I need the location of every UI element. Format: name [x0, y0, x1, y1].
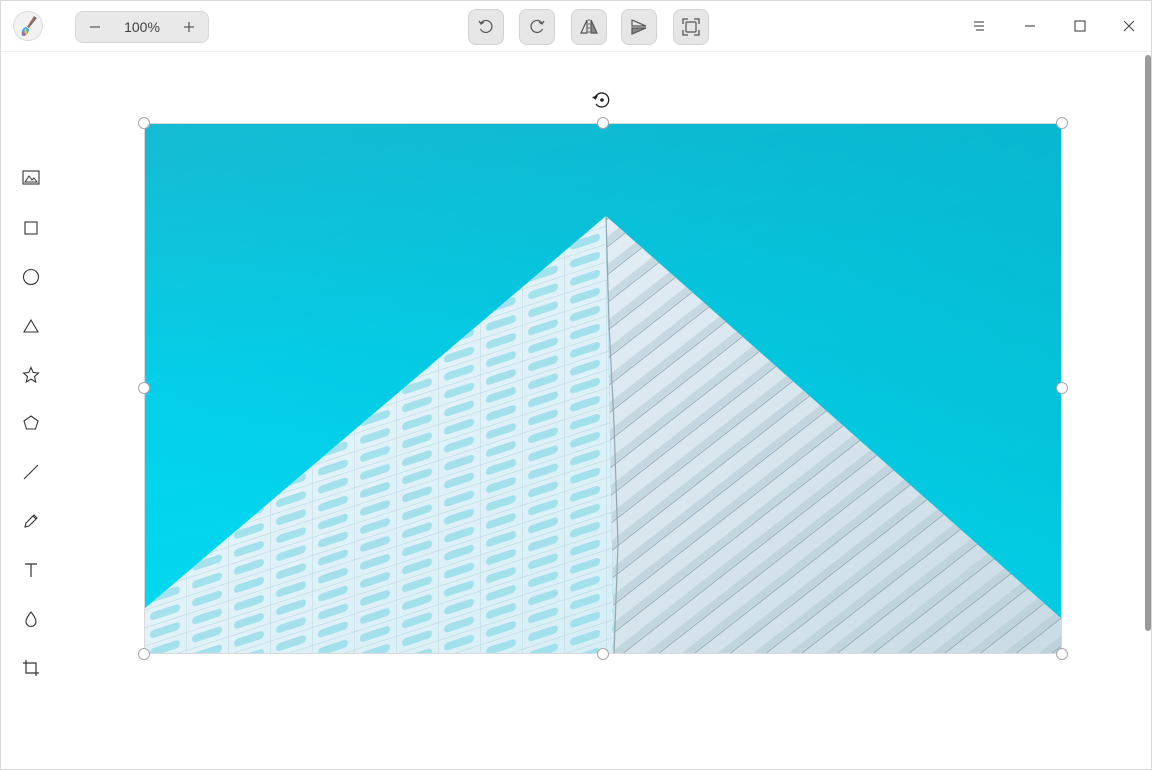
close-button[interactable]	[1116, 13, 1142, 39]
maximize-button[interactable]	[1067, 13, 1093, 39]
resize-handle-left[interactable]	[138, 382, 150, 394]
zoom-control: 100%	[75, 11, 209, 43]
menu-button[interactable]	[966, 13, 992, 39]
image-tool[interactable]	[17, 164, 45, 192]
crop-icon	[23, 660, 39, 676]
minimize-button[interactable]	[1017, 13, 1043, 39]
resize-handle-top-right[interactable]	[1056, 117, 1068, 129]
star-icon	[22, 366, 40, 384]
triangle-tool[interactable]	[17, 312, 45, 340]
minimize-icon	[1025, 25, 1035, 27]
menu-icon	[974, 21, 984, 31]
zoom-value: 100%	[124, 19, 160, 35]
resize-handle-top-left[interactable]	[138, 117, 150, 129]
ellipse-tool[interactable]	[17, 263, 45, 291]
paintbrush-icon	[13, 11, 43, 41]
flip-horizontal-button[interactable]	[571, 9, 607, 45]
app-window: 100%	[0, 0, 1152, 770]
polygon-icon	[23, 415, 39, 430]
crop-tool[interactable]	[17, 654, 45, 682]
canvas-image[interactable]	[144, 124, 1062, 654]
resize-handle-bottom[interactable]	[597, 648, 609, 660]
fit-window-icon	[682, 18, 700, 36]
flip-horizontal-icon	[580, 19, 598, 35]
text-icon	[25, 563, 37, 577]
flip-vertical-button[interactable]	[621, 9, 657, 45]
rotate-right-button[interactable]	[519, 9, 555, 45]
flip-vertical-icon	[631, 19, 647, 35]
vertical-scrollbar[interactable]	[1145, 55, 1151, 631]
fit-window-button[interactable]	[673, 9, 709, 45]
rectangle-tool[interactable]	[17, 214, 45, 242]
plus-icon	[184, 22, 194, 32]
zoom-in-button[interactable]	[170, 12, 208, 42]
triangle-icon	[23, 318, 39, 333]
rotate-handle-icon	[592, 92, 610, 108]
blur-icon	[25, 611, 37, 627]
rotate-left-button[interactable]	[468, 9, 504, 45]
rotate-ccw-icon	[478, 19, 493, 33]
maximize-icon	[1074, 20, 1086, 32]
polygon-tool[interactable]	[17, 409, 45, 437]
resize-handle-top[interactable]	[597, 117, 609, 129]
resize-handle-right[interactable]	[1056, 382, 1068, 394]
zoom-out-button[interactable]	[76, 12, 114, 42]
line-tool[interactable]	[17, 458, 45, 486]
star-tool[interactable]	[17, 361, 45, 389]
rotate-cw-icon	[530, 19, 545, 33]
close-icon	[1123, 20, 1135, 32]
resize-handle-bottom-left[interactable]	[138, 648, 150, 660]
text-tool[interactable]	[17, 556, 45, 584]
pencil-tool[interactable]	[17, 507, 45, 535]
titlebar: 100%	[1, 1, 1151, 52]
rotate-handle[interactable]	[591, 89, 613, 111]
minus-icon	[90, 26, 100, 28]
resize-handle-bottom-right[interactable]	[1056, 648, 1068, 660]
blur-tool[interactable]	[17, 605, 45, 633]
rectangle-icon	[24, 221, 38, 235]
image-icon	[22, 170, 40, 185]
line-icon	[23, 464, 39, 480]
ellipse-icon	[22, 268, 40, 286]
pencil-icon	[24, 514, 38, 528]
